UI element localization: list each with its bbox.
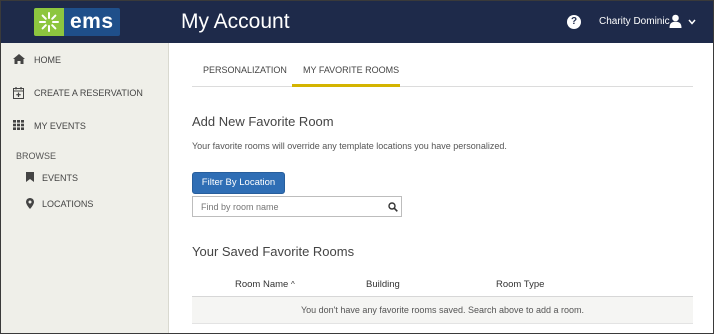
home-icon: [13, 54, 25, 64]
ems-logo[interactable]: ems: [34, 8, 120, 36]
sidebar-item-label: MY EVENTS: [34, 121, 86, 131]
tab-my-favorite-rooms[interactable]: MY FAVORITE ROOMS: [303, 65, 399, 75]
sidebar-item-label: HOME: [34, 55, 61, 65]
empty-table-message: You don't have any favorite rooms saved.…: [300, 305, 585, 315]
tab-personalization[interactable]: PERSONALIZATION: [203, 65, 287, 75]
room-search-box: [192, 196, 402, 217]
browse-heading: BROWSE: [16, 151, 57, 161]
app-window: ems My Account ? Charity Dominic HOME CR…: [0, 0, 714, 334]
sidebar: HOME CREATE A RESERVATION MY EVENTS BROW…: [1, 43, 169, 333]
column-header-room-name[interactable]: Room Name ^: [235, 279, 295, 290]
empty-table-row: You don't have any favorite rooms saved.…: [192, 297, 693, 324]
calendar-plus-icon: [13, 87, 24, 99]
logo-text: ems: [70, 10, 114, 33]
top-header: ems My Account ? Charity Dominic: [1, 1, 713, 43]
active-tab-indicator: [292, 84, 400, 87]
logo-sunburst-icon: [34, 8, 64, 36]
user-name[interactable]: Charity Dominic: [599, 16, 670, 27]
sidebar-item-events[interactable]: EVENTS: [1, 167, 169, 189]
help-icon[interactable]: ?: [567, 15, 581, 29]
saved-favorite-rooms-heading: Your Saved Favorite Rooms: [192, 244, 355, 259]
map-pin-icon: [26, 198, 34, 209]
sidebar-item-my-events[interactable]: MY EVENTS: [1, 111, 169, 141]
account-tabs: PERSONALIZATION MY FAVORITE ROOMS: [192, 55, 693, 87]
add-favorite-room-heading: Add New Favorite Room: [192, 114, 334, 129]
column-header-label: Room Name: [235, 279, 289, 290]
sidebar-item-label: EVENTS: [42, 173, 79, 183]
user-icon[interactable]: [669, 14, 682, 28]
column-header-building[interactable]: Building: [366, 279, 400, 290]
sidebar-item-create-reservation[interactable]: CREATE A RESERVATION: [1, 78, 169, 108]
column-header-room-type[interactable]: Room Type: [496, 279, 544, 290]
sidebar-item-label: LOCATIONS: [42, 199, 94, 209]
sidebar-item-locations[interactable]: LOCATIONS: [1, 193, 169, 215]
favorite-rooms-help-text: Your favorite rooms will override any te…: [192, 141, 507, 151]
sidebar-item-home[interactable]: HOME: [1, 45, 169, 75]
search-icon[interactable]: [388, 202, 398, 212]
sidebar-item-label: CREATE A RESERVATION: [34, 88, 143, 98]
grid-icon: [13, 120, 24, 130]
chevron-down-icon[interactable]: [688, 19, 696, 25]
filter-by-location-button[interactable]: Filter By Location: [192, 172, 285, 194]
sort-ascending-icon: ^: [290, 280, 295, 289]
room-search-input[interactable]: [201, 200, 381, 214]
bookmark-icon: [26, 172, 34, 182]
page-title: My Account: [181, 10, 290, 33]
